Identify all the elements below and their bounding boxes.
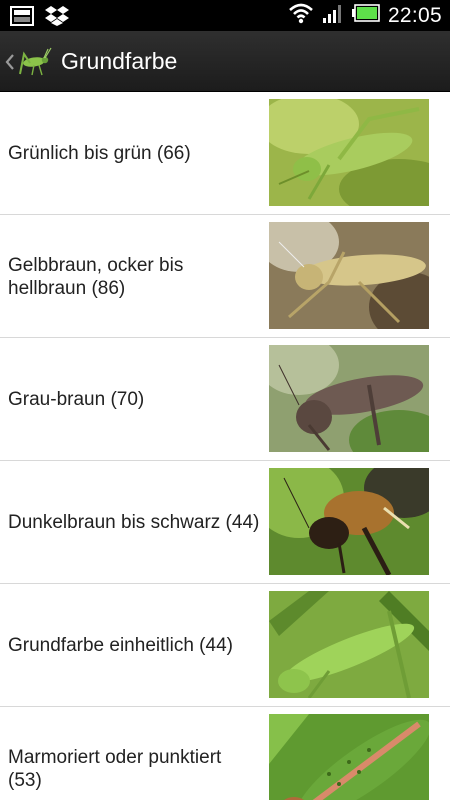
list-item-label: Grünlich bis grün (66) <box>8 143 191 164</box>
list-item[interactable]: Grau-braun (70) <box>0 338 450 461</box>
page-title: Grundfarbe <box>61 48 178 74</box>
yellow-brown-grasshopper-photo <box>269 222 429 329</box>
chevron-left-icon[interactable] <box>4 53 16 71</box>
list-item[interactable]: Grünlich bis grün (66) <box>0 92 450 215</box>
list-item[interactable]: Dunkelbraun bis schwarz (44) <box>0 461 450 584</box>
list-item[interactable]: Gelbbraun, ocker bis hellbraun (86) <box>0 215 450 338</box>
list-item-label: Dunkelbraun bis schwarz (44) <box>8 512 260 533</box>
status-time: 22:05 <box>387 3 442 27</box>
list-item-label: Gelbbraun, ocker bis hellbraun (86) <box>8 254 184 299</box>
list-item-label: Grau-braun (70) <box>8 389 145 410</box>
green-grasshopper-photo <box>269 99 429 206</box>
grasshopper-icon[interactable] <box>18 46 52 78</box>
battery-icon <box>351 4 380 27</box>
signal-icon <box>322 2 344 29</box>
screenshot-icon <box>10 6 34 31</box>
list-item-label: Marmoriert oder punktiert (53) <box>8 746 222 791</box>
uniform-green-grasshopper-photo <box>269 591 429 698</box>
speckled-grasshopper-photo <box>269 714 429 800</box>
dropbox-icon <box>44 5 70 32</box>
grey-brown-grasshopper-photo <box>269 345 429 452</box>
action-bar: Grundfarbe <box>0 31 450 92</box>
list-item[interactable]: Marmoriert oder punktiert (53) <box>0 707 450 800</box>
dark-brown-cricket-photo <box>269 468 429 575</box>
list-item[interactable]: Grundfarbe einheitlich (44) <box>0 584 450 707</box>
list-item-label: Grundfarbe einheitlich (44) <box>8 635 233 656</box>
color-category-list: Grünlich bis grün (66) Gelbbraun, ocker … <box>0 92 450 800</box>
wifi-icon <box>288 2 314 29</box>
status-bar: 22:05 <box>0 0 450 31</box>
